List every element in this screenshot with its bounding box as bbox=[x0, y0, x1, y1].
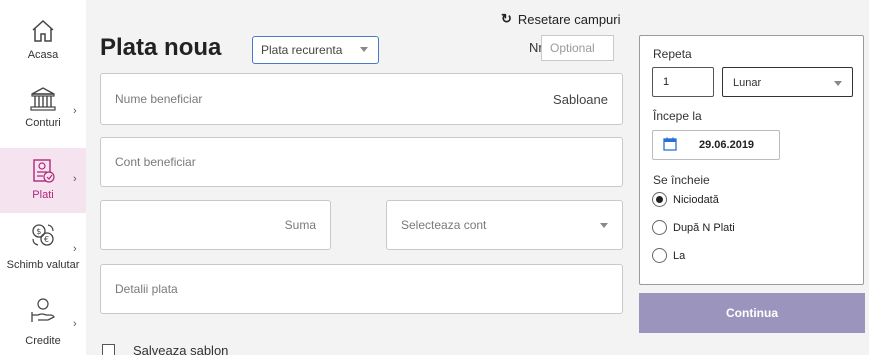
sidebar-item-label: Conturi bbox=[25, 117, 61, 129]
payment-details-placeholder: Detalii plata bbox=[115, 282, 178, 296]
currency-exchange-icon: $ € bbox=[28, 220, 58, 250]
end-option-on-date[interactable]: La bbox=[652, 248, 685, 263]
chevron-down-icon bbox=[600, 223, 608, 228]
beneficiary-name-placeholder: Nume beneficiar bbox=[115, 92, 203, 106]
amount-field[interactable]: Suma bbox=[100, 200, 331, 250]
beneficiary-account-field[interactable]: Cont beneficiar bbox=[100, 137, 623, 187]
chevron-down-icon bbox=[360, 47, 368, 52]
chevron-right-icon: › bbox=[73, 105, 77, 117]
sidebar-item-label: Acasa bbox=[27, 49, 59, 61]
credit-hand-icon bbox=[28, 296, 58, 326]
svg-text:€: € bbox=[44, 235, 49, 244]
chevron-right-icon: › bbox=[73, 318, 77, 330]
radio-unselected[interactable] bbox=[652, 248, 667, 263]
save-template-label: Salveaza sablon bbox=[133, 343, 229, 355]
sidebar-item-credite[interactable]: › Credite bbox=[0, 296, 86, 355]
source-account-select[interactable]: Selecteaza cont bbox=[386, 200, 623, 250]
start-date-label: Începe la bbox=[653, 109, 702, 123]
payment-type-value: Plata recurenta bbox=[261, 43, 343, 57]
repeat-unit-select[interactable]: Lunar bbox=[722, 67, 853, 97]
chevron-right-icon: › bbox=[73, 243, 77, 255]
payment-details-field[interactable]: Detalii plata bbox=[100, 264, 623, 314]
continue-button[interactable]: Continua bbox=[639, 293, 865, 333]
chevron-right-icon: › bbox=[73, 173, 77, 185]
home-icon bbox=[28, 16, 58, 46]
end-option-label: După N Plati bbox=[673, 221, 735, 234]
sidebar-item-schimb-valutar[interactable]: $ € › Schimb valutar bbox=[0, 220, 86, 290]
recurrence-panel: Repeta 1 Lunar Începe la 29.06.2019 Se î… bbox=[639, 35, 864, 285]
sidebar-item-conturi[interactable]: › Conturi bbox=[0, 84, 86, 146]
refresh-icon: ↻ bbox=[501, 11, 512, 26]
chevron-down-icon bbox=[834, 81, 842, 86]
start-date-value: 29.06.2019 bbox=[699, 139, 755, 151]
payment-icon bbox=[28, 156, 58, 186]
reset-fields-button[interactable]: ↻ Resetare campuri bbox=[501, 11, 621, 27]
repeat-label: Repeta bbox=[653, 47, 692, 61]
end-option-label: Niciodată bbox=[673, 193, 719, 206]
source-account-placeholder: Selecteaza cont bbox=[401, 218, 487, 232]
save-template-checkbox[interactable] bbox=[102, 344, 115, 355]
sidebar-item-label: Credite bbox=[25, 335, 61, 347]
radio-unselected[interactable] bbox=[652, 220, 667, 235]
bank-icon bbox=[28, 84, 58, 114]
svg-text:$: $ bbox=[36, 227, 41, 236]
reset-label: Resetare campuri bbox=[517, 11, 621, 27]
templates-link[interactable]: Sabloane bbox=[553, 92, 608, 107]
sidebar-item-label: Plati bbox=[32, 189, 54, 201]
end-option-never[interactable]: Niciodată bbox=[652, 192, 719, 207]
end-option-after-n[interactable]: După N Plati bbox=[652, 220, 735, 235]
radio-selected[interactable] bbox=[652, 192, 667, 207]
sidebar-item-label: Schimb valutar bbox=[6, 259, 80, 271]
repeat-count-input[interactable]: 1 bbox=[652, 67, 714, 97]
sidebar-item-acasa[interactable]: Acasa bbox=[0, 16, 86, 82]
page-title: Plata noua bbox=[100, 34, 222, 61]
end-option-label: La bbox=[673, 249, 686, 262]
save-template-row: Salveaza sablon bbox=[102, 343, 228, 355]
repeat-unit-value: Lunar bbox=[733, 77, 762, 89]
payment-form-panel: ↻ Resetare campuri Plata noua Plata recu… bbox=[86, 0, 869, 355]
start-date-picker[interactable]: 29.06.2019 bbox=[652, 130, 780, 160]
calendar-icon bbox=[663, 137, 677, 154]
sidebar: Acasa › Conturi › Plati $ € › Schimb valu… bbox=[0, 0, 86, 355]
payment-type-select[interactable]: Plata recurenta bbox=[252, 36, 379, 64]
sidebar-item-plati[interactable]: › Plati bbox=[0, 148, 86, 213]
amount-placeholder: Suma bbox=[284, 218, 316, 232]
end-label: Se încheie bbox=[653, 173, 710, 187]
beneficiary-name-field[interactable]: Nume beneficiar Sabloane bbox=[100, 73, 623, 125]
beneficiary-account-placeholder: Cont beneficiar bbox=[115, 155, 196, 169]
nr-input[interactable]: Optional bbox=[541, 35, 614, 61]
